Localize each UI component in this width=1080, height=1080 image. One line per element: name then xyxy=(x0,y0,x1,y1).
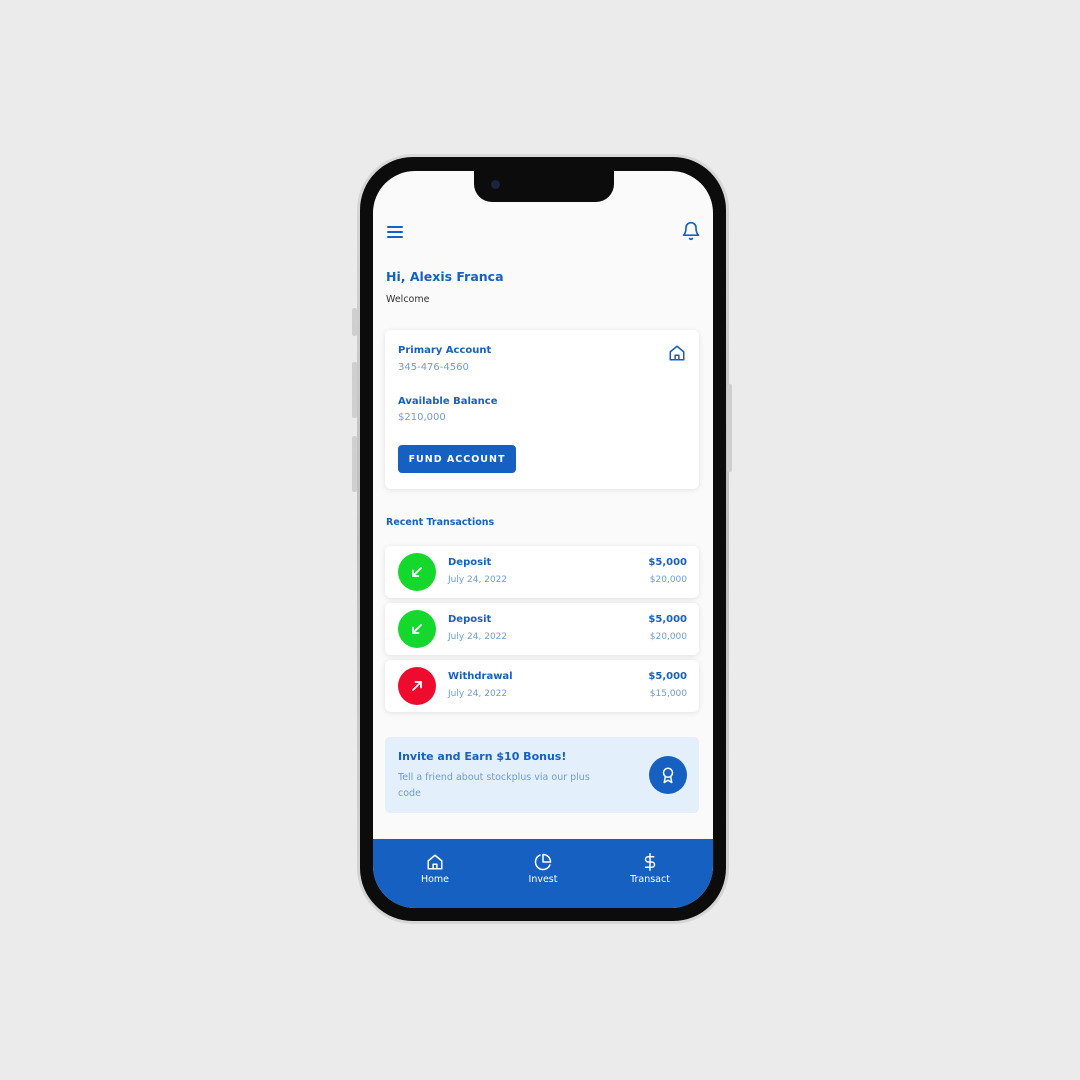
nav-invest-label: Invest xyxy=(528,874,558,885)
nav-transact[interactable]: Transact xyxy=(610,853,690,885)
camera xyxy=(491,180,500,189)
balance-label: Available Balance xyxy=(398,396,498,407)
deposit-arrow-icon xyxy=(398,553,436,591)
notch xyxy=(474,171,614,202)
dollar-icon xyxy=(644,853,656,871)
house-icon xyxy=(669,345,685,361)
menu-icon[interactable] xyxy=(387,226,403,240)
invite-text: Tell a friend about stockplus via our pl… xyxy=(398,772,590,799)
nav-invest[interactable]: Invest xyxy=(503,853,583,885)
volume-up-button xyxy=(352,362,357,418)
greeting: Hi, Alexis Franca xyxy=(386,269,504,284)
volume-down-button xyxy=(352,436,357,492)
bell-icon[interactable] xyxy=(681,221,701,241)
deposit-arrow-icon xyxy=(398,610,436,648)
nav-home-label: Home xyxy=(420,874,450,885)
account-title: Primary Account xyxy=(398,345,492,356)
phone-bezel: Hi, Alexis Franca Welcome Primary Accoun… xyxy=(360,157,726,921)
transaction-date: July 24, 2022 xyxy=(448,689,508,699)
recent-transactions-title: Recent Transactions xyxy=(386,517,495,528)
transaction-balance: $20,000 xyxy=(649,575,687,585)
transaction-row[interactable]: Deposit July 24, 2022 $5,000 $20,000 xyxy=(385,546,699,598)
home-icon xyxy=(427,854,443,870)
balance-value: $210,000 xyxy=(398,412,446,423)
transaction-date: July 24, 2022 xyxy=(448,632,508,642)
nav-home[interactable]: Home xyxy=(395,853,475,885)
mute-switch xyxy=(352,308,357,336)
account-number: 345-476-4560 xyxy=(398,362,469,373)
transaction-type: Deposit xyxy=(448,557,492,568)
withdrawal-arrow-icon xyxy=(398,667,436,705)
transaction-balance: $15,000 xyxy=(649,689,687,699)
transaction-type: Deposit xyxy=(448,614,492,625)
transaction-balance: $20,000 xyxy=(649,632,687,642)
transaction-amount: $5,000 xyxy=(648,614,687,625)
invite-title: Invite and Earn $10 Bonus! xyxy=(398,750,567,763)
transaction-amount: $5,000 xyxy=(648,557,687,568)
power-button xyxy=(727,384,732,472)
transaction-date: July 24, 2022 xyxy=(448,575,508,585)
invite-banner[interactable]: Invite and Earn $10 Bonus! Tell a friend… xyxy=(385,737,699,813)
phone-frame: Hi, Alexis Franca Welcome Primary Accoun… xyxy=(357,154,729,924)
pie-chart-icon xyxy=(534,853,552,871)
app-screen: Hi, Alexis Franca Welcome Primary Accoun… xyxy=(373,171,713,908)
transaction-type: Withdrawal xyxy=(448,671,513,682)
nav-transact-label: Transact xyxy=(630,874,670,885)
transaction-row[interactable]: Deposit July 24, 2022 $5,000 $20,000 xyxy=(385,603,699,655)
transaction-row[interactable]: Withdrawal July 24, 2022 $5,000 $15,000 xyxy=(385,660,699,712)
bottom-nav: Home Invest Transact xyxy=(373,839,713,908)
fund-account-button[interactable]: FUND ACCOUNT xyxy=(398,445,516,473)
award-icon[interactable] xyxy=(649,756,687,794)
welcome-text: Welcome xyxy=(386,294,430,305)
primary-account-card: Primary Account 345-476-4560 Available B… xyxy=(385,330,699,489)
transaction-amount: $5,000 xyxy=(648,671,687,682)
